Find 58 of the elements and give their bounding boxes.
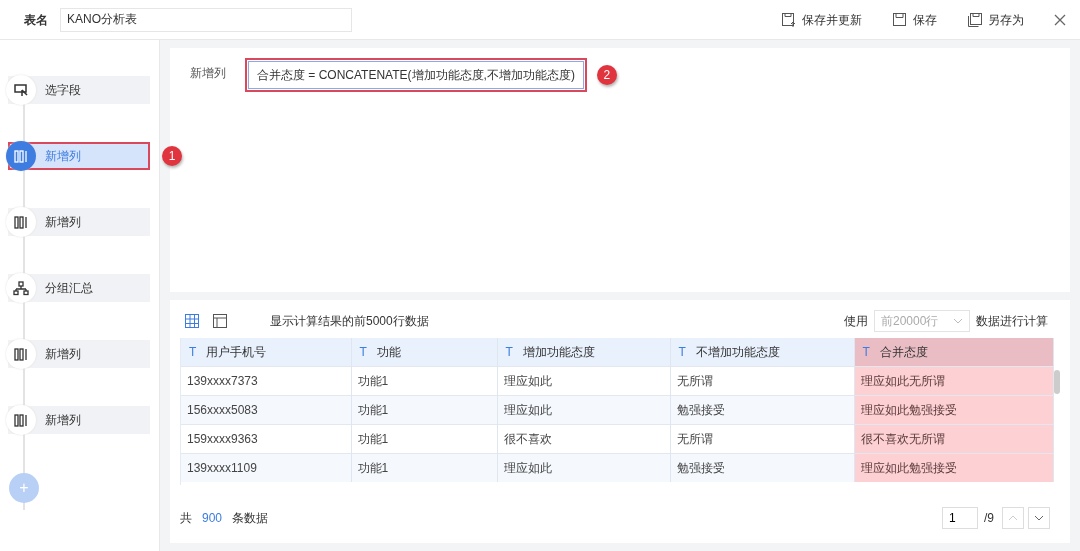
column-header[interactable]: T 合并态度 [854,338,1053,366]
step-item[interactable]: 选字段 [8,76,150,104]
table-cell: 理应如此 [497,453,670,482]
total-count: 900 [202,510,223,527]
chevron-up-icon [1008,515,1018,521]
table-name-label: 表名 [24,11,48,29]
table-cell: 139xxxx1109 [181,453,351,482]
column-header[interactable]: T 功能 [351,338,497,366]
columns-icon [13,346,29,362]
table-cell: 156xxxx5083 [181,395,351,424]
caret-icon [953,318,963,324]
scrollbar[interactable] [1054,370,1060,394]
save-icon [892,11,908,28]
view-tab[interactable] [184,313,200,329]
formula-field[interactable]: 合并态度 = CONCATENATE(增加功能态度,不增加功能态度) [245,58,587,92]
table-name-field[interactable]: KANO分析表 [60,7,352,32]
callout-marker: 1 [162,146,182,166]
toolbar-button[interactable]: 另存为 [967,10,1024,29]
table-cell: 功能1 [351,453,497,482]
step-item[interactable]: 新增列 [8,208,150,236]
total-suffix: 条数据 [232,510,269,527]
column-header[interactable]: T 增加功能态度 [497,338,670,366]
preview-note: 显示计算结果的前5000行数据 [270,313,429,330]
hierarchy-icon [13,280,29,296]
grid-icon [184,313,200,329]
toolbar-button[interactable]: 保存并更新 [781,10,862,29]
use-label: 使用 [844,313,868,330]
column-header[interactable]: T 不增加功能态度 [670,338,854,366]
cursor-icon [13,82,29,98]
table-cell: 功能1 [351,395,497,424]
calc-label: 数据进行计算 [976,313,1048,330]
close-icon [1054,13,1066,26]
formula-label: 新增列 [190,65,227,82]
view-tab[interactable] [212,313,228,329]
column-header[interactable]: T 用户手机号 [181,338,351,366]
columns-icon [13,214,29,230]
toolbar-button[interactable]: 保存 [892,10,937,29]
table-cell: 理应如此无所谓 [854,366,1053,395]
step-item[interactable]: 新增列 [8,340,150,368]
table-cell: 理应如此 [497,395,670,424]
table-cell: 勉强接受 [670,453,854,482]
columns-icon [13,412,29,428]
table-cell: 勉强接受 [670,395,854,424]
columns-icon [13,148,29,164]
close-button[interactable] [1054,13,1066,26]
table-cell: 很不喜欢无所谓 [854,424,1053,453]
save-as-icon [967,11,983,28]
save-upload-icon [781,11,797,28]
page-count: /9 [984,510,994,527]
table-cell: 理应如此勉强接受 [854,395,1053,424]
table-cell: 理应如此勉强接受 [854,453,1053,482]
step-item[interactable]: 分组汇总 [8,274,150,302]
page-field[interactable]: 1 [942,507,978,529]
chevron-down-icon [1034,515,1044,521]
total-prefix: 共 [180,510,192,527]
panel-icon [212,313,228,329]
step-item[interactable]: 新增列 [8,406,150,434]
callout-marker: 2 [596,65,617,85]
